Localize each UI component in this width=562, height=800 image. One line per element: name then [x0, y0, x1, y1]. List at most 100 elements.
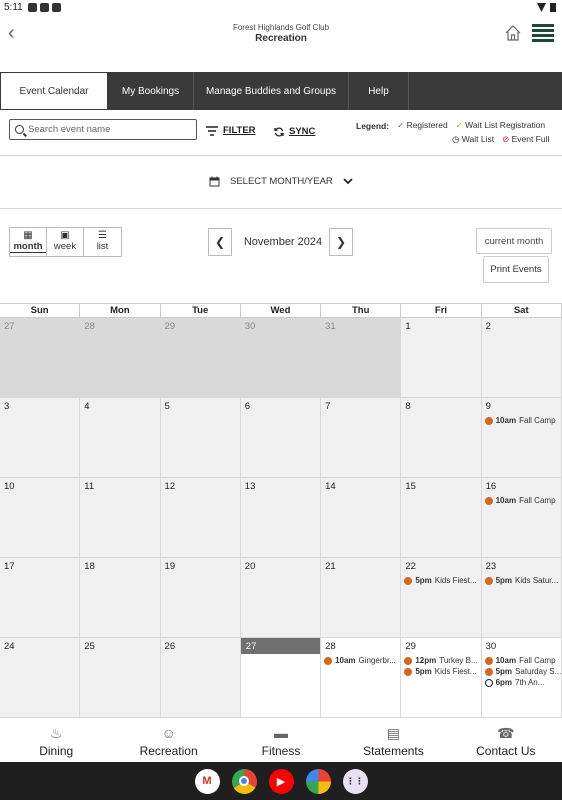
calendar-day[interactable]: 17 [0, 558, 81, 637]
filter-button[interactable]: FILTER [206, 125, 256, 136]
calendar-day[interactable]: 21 [321, 558, 402, 637]
calendar-day[interactable]: 28 [80, 318, 161, 397]
event-status-dot-icon [484, 656, 493, 665]
calendar-day[interactable]: 18 [80, 558, 161, 637]
photos-icon[interactable] [305, 768, 331, 794]
calendar-day[interactable]: 8 [401, 398, 482, 477]
day-number: 6 [244, 401, 251, 412]
calendar-day[interactable]: 30 10am Fall Camp 5pm Saturday S... 6pm 7th An… [481, 638, 562, 717]
calendar-day[interactable]: 9 10am Fall Camp [481, 398, 562, 477]
sync-button[interactable]: SYNC [274, 126, 315, 137]
weekday-header: Fri [401, 304, 482, 318]
calendar-day[interactable]: 20 [240, 558, 322, 637]
calendar-day[interactable]: 4 [80, 398, 161, 477]
calendar-day[interactable]: 5 [160, 398, 241, 477]
calendar-day[interactable]: 13 [240, 478, 322, 557]
wifi-icon [537, 3, 546, 12]
calendar-week-row: 27 28 29 30 31 1 2 [0, 318, 562, 398]
event-title: Saturday S... [515, 667, 562, 676]
day-number: 20 [244, 561, 256, 572]
calendar-day[interactable]: 25 [80, 638, 161, 717]
calendar-event[interactable]: 5pm Kids Fiest... [401, 576, 480, 585]
calendar-day[interactable]: 7 [321, 398, 402, 477]
calendar-day[interactable]: 29 [160, 318, 241, 397]
hamburger-menu-icon[interactable] [532, 24, 554, 42]
calendar-day[interactable]: 22 5pm Kids Fiest... [401, 558, 482, 637]
event-title: Kids Fiest... [434, 576, 477, 585]
day-number: 10 [4, 481, 15, 492]
day-number: 25 [84, 641, 95, 652]
calendar-day[interactable]: 19 [160, 558, 241, 637]
tab-help[interactable]: Help [349, 72, 409, 110]
calendar-day[interactable]: 3 [0, 398, 81, 477]
calendar-event[interactable]: 10am Fall Camp [482, 656, 561, 665]
gmail-icon[interactable]: M [194, 768, 220, 794]
calendar-day[interactable]: 15 [401, 478, 482, 557]
current-month-label: November 2024 [243, 236, 323, 248]
day-number: 15 [405, 481, 416, 492]
calendar-day[interactable]: 2 [481, 318, 562, 397]
event-status-dot-icon [404, 656, 413, 665]
chrome-icon[interactable] [231, 768, 257, 794]
month-view-button[interactable]: ▦ month [10, 228, 47, 256]
list-view-button[interactable]: ☰ list [84, 228, 121, 256]
day-number: 29 [164, 321, 176, 332]
calendar-day[interactable]: 26 [160, 638, 241, 717]
calendar-day[interactable]: 30 [240, 318, 322, 397]
calendar-event[interactable]: 10am Fall Camp [482, 416, 561, 425]
next-month-button[interactable]: ❯ [329, 228, 353, 256]
youtube-icon[interactable]: ▶ [268, 768, 294, 794]
bottom-nav-recreation[interactable]: ☺ Recreation [112, 718, 224, 762]
calendar-day[interactable]: 16 10am Fall Camp [481, 478, 562, 557]
calendar-day[interactable]: 24 [0, 638, 81, 717]
select-month-year-dropdown[interactable]: SELECT MONTH/YEAR [209, 176, 353, 187]
day-number: 18 [84, 561, 95, 572]
wait-list-registration-check-icon: ✓ [455, 120, 463, 130]
calendar-day[interactable]: 11 [80, 478, 161, 557]
calendar-day[interactable]: 28 10am Gingerbr... [321, 638, 402, 717]
calendar-event[interactable]: 10am Fall Camp [482, 496, 561, 505]
select-month-year-label: SELECT MONTH/YEAR [230, 176, 333, 187]
calendar-event[interactable]: 5pm Kids Satur... [482, 576, 561, 585]
calendar-day[interactable]: 12 [160, 478, 241, 557]
home-icon[interactable] [504, 24, 522, 42]
wait-list-clock-icon [484, 678, 493, 687]
event-time: 10am [495, 416, 517, 425]
calendar-day-today[interactable]: 27 [240, 638, 322, 717]
calendar-day[interactable]: 27 [0, 318, 81, 397]
day-number: 26 [164, 641, 176, 652]
calendar-day[interactable]: 31 [321, 318, 402, 397]
calendar-event[interactable]: 6pm 7th An... [482, 678, 561, 687]
day-number: 22 [405, 561, 416, 572]
calendar-day[interactable]: 14 [321, 478, 402, 557]
calendar-event[interactable]: 5pm Kids Fiest... [401, 667, 480, 676]
search-input[interactable]: Search event name [9, 119, 197, 140]
calendar-week-row: 17 18 19 20 21 22 5pm Kids Fiest... 23 5pm Kids Sa… [0, 558, 562, 638]
tab-event-calendar[interactable]: Event Calendar [0, 72, 108, 110]
calendar-day[interactable]: 1 [401, 318, 482, 397]
bottom-nav-fitness[interactable]: ▬ Fitness [225, 718, 337, 762]
bottom-nav-contact-us[interactable]: ☎ Contact Us [450, 718, 562, 762]
contact-phone-icon: ☎ [497, 724, 515, 741]
tab-manage-buddies-and-groups[interactable]: Manage Buddies and Groups [194, 72, 349, 110]
calendar-day[interactable]: 6 [240, 398, 322, 477]
recreation-icon: ☺ [161, 725, 176, 741]
bottom-nav-dining[interactable]: ♨ Dining [0, 718, 112, 762]
calendar-day[interactable]: 23 5pm Kids Satur... [481, 558, 562, 637]
calendar-day[interactable]: 10 [0, 478, 81, 557]
calendar-event[interactable]: 10am Gingerbr... [321, 656, 400, 665]
sync-icon [274, 126, 284, 137]
event-title: Fall Camp [519, 656, 556, 665]
bottom-nav-statements[interactable]: ▤ Statements [337, 718, 449, 762]
day-number: 23 [485, 561, 497, 572]
calendar-day[interactable]: 29 12pm Turkey B... 5pm Kids Fiest... [401, 638, 482, 717]
calendar-event[interactable]: 12pm Turkey B... [401, 656, 480, 665]
previous-month-button[interactable]: ❮ [208, 228, 232, 256]
week-view-button[interactable]: ▣ week [47, 228, 84, 256]
print-events-button[interactable]: Print Events [483, 256, 549, 283]
current-month-button[interactable]: current month [476, 228, 552, 254]
tab-my-bookings[interactable]: My Bookings [108, 72, 194, 110]
day-number: 11 [84, 481, 95, 492]
calendar-event[interactable]: 5pm Saturday S... [482, 667, 561, 676]
app-drawer-icon[interactable]: ⋮⋮ [342, 768, 368, 794]
